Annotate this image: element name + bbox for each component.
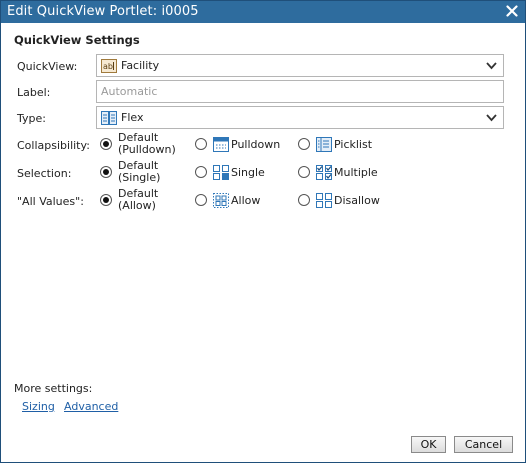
dialog-title: Edit QuickView Portlet: i0005	[7, 4, 199, 19]
label-label: Label:	[17, 86, 51, 99]
all-values-disallow-radio[interactable]	[298, 194, 310, 206]
multiple-select-icon	[316, 165, 332, 180]
label-input[interactable]: Automatic	[96, 80, 504, 103]
chevron-down-icon[interactable]	[486, 61, 497, 70]
collapsibility-picklist-label: Picklist	[334, 138, 373, 151]
selection-single-label: Single	[231, 166, 265, 179]
edit-quickview-dialog: Edit QuickView Portlet: i0005 QuickView …	[0, 0, 526, 463]
label-placeholder: Automatic	[101, 85, 158, 98]
selection-label: Selection:	[17, 167, 72, 180]
quickview-select[interactable]: ab Facility	[96, 54, 504, 77]
dialog-titlebar: Edit QuickView Portlet: i0005	[1, 1, 525, 23]
ok-button[interactable]: OK	[411, 436, 446, 453]
pulldown-icon	[213, 137, 229, 152]
advanced-link[interactable]: Advanced	[64, 400, 118, 413]
all-values-disallow-label: Disallow	[334, 194, 380, 207]
quickview-value: Facility	[121, 59, 160, 72]
section-title: QuickView Settings	[14, 33, 140, 47]
type-select[interactable]: Flex	[96, 106, 504, 129]
cancel-button[interactable]: Cancel	[454, 436, 513, 453]
chevron-down-icon[interactable]	[486, 113, 497, 122]
collapsibility-picklist-radio[interactable]	[298, 138, 310, 150]
svg-text:ab: ab	[103, 62, 113, 71]
all-values-label: "All Values":	[17, 195, 84, 208]
flex-list-icon	[101, 111, 117, 125]
collapsibility-pulldown-label: Pulldown	[231, 138, 281, 151]
picklist-icon	[316, 137, 332, 152]
all-values-default-line2: (Allow)	[118, 199, 156, 212]
more-settings-label: More settings:	[14, 382, 93, 395]
collapsibility-default-radio[interactable]	[100, 138, 112, 150]
selection-default-radio[interactable]	[100, 166, 112, 178]
selection-default-line2: (Single)	[118, 171, 161, 184]
disallow-all-icon	[316, 193, 332, 208]
all-values-allow-label: Allow	[231, 194, 261, 207]
selection-multiple-label: Multiple	[334, 166, 378, 179]
quickview-label: QuickView:	[17, 60, 78, 73]
selection-single-radio[interactable]	[195, 166, 207, 178]
single-select-icon	[213, 165, 229, 180]
all-values-default-radio[interactable]	[100, 194, 112, 206]
collapsibility-pulldown-radio[interactable]	[195, 138, 207, 150]
type-value: Flex	[121, 111, 144, 124]
selection-multiple-radio[interactable]	[298, 166, 310, 178]
close-icon[interactable]	[504, 3, 520, 19]
allow-all-icon	[213, 193, 229, 208]
type-label: Type:	[17, 112, 46, 125]
text-field-icon: ab	[101, 59, 117, 73]
all-values-allow-radio[interactable]	[195, 194, 207, 206]
sizing-link[interactable]: Sizing	[22, 400, 55, 413]
collapsibility-default-line2: (Pulldown)	[118, 143, 176, 156]
collapsibility-label: Collapsibility:	[17, 139, 90, 152]
